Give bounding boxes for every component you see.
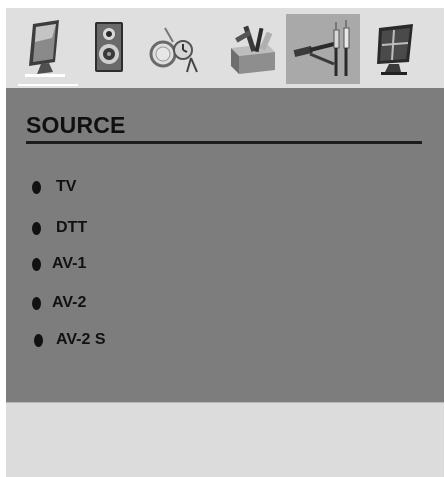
tab-timer[interactable] <box>142 14 208 84</box>
tab-sound[interactable] <box>76 14 142 84</box>
source-panel: SOURCE TV DTT AV-1 AV-2 AV-2 S <box>6 88 444 402</box>
tab-tv[interactable] <box>362 14 428 84</box>
tab-picture[interactable] <box>12 14 78 84</box>
bullet-icon <box>32 221 41 235</box>
source-item-label: AV-1 <box>52 255 87 272</box>
source-item-tv[interactable]: TV <box>32 176 76 198</box>
source-icon <box>293 20 350 76</box>
source-item-label: AV-2 <box>52 294 87 311</box>
footer-area <box>6 402 444 477</box>
bullet-icon <box>32 257 41 271</box>
menu-toolbar <box>6 8 444 88</box>
source-item-label: TV <box>56 178 77 195</box>
tab-source[interactable] <box>286 14 360 84</box>
source-item-av1[interactable]: AV-1 <box>32 253 86 275</box>
sound-icon <box>95 22 123 72</box>
source-item-dtt[interactable]: DTT <box>32 217 87 239</box>
picture-icon <box>25 20 65 77</box>
source-item-av2[interactable]: AV-2 <box>32 292 86 314</box>
bullet-icon <box>32 296 41 310</box>
tv-icon <box>377 24 413 75</box>
tab-setup[interactable] <box>220 14 286 84</box>
timer-icon <box>149 27 198 73</box>
source-list: TV DTT AV-1 AV-2 AV-2 S <box>6 88 444 402</box>
bullet-icon <box>34 333 43 347</box>
bullet-icon <box>32 180 41 194</box>
setup-icon <box>231 25 275 74</box>
tab-underline <box>18 84 78 86</box>
source-item-label: DTT <box>56 219 88 236</box>
source-item-label: AV-2 S <box>56 331 106 348</box>
source-item-av2s[interactable]: AV-2 S <box>34 329 106 351</box>
